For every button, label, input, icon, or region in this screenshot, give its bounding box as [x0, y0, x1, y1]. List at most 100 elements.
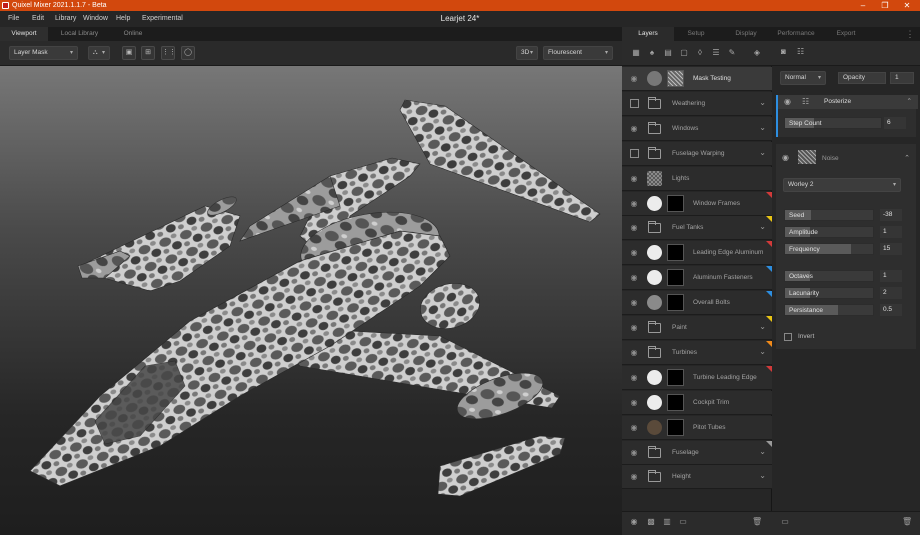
lighting-select[interactable]: Flourescent ▾	[543, 46, 613, 60]
noise-param-slider[interactable]: Amplitude	[784, 226, 874, 238]
blend-mode-select[interactable]: Normal ▾	[780, 71, 826, 85]
delete-layer-icon[interactable]: 🗑	[752, 517, 762, 529]
close-icon[interactable]: ✕	[896, 0, 918, 11]
tab-setup[interactable]: Setup	[674, 27, 718, 41]
noise-type-select[interactable]: Worley 2 ▾	[783, 178, 901, 192]
chevron-down-icon[interactable]: ⌄	[759, 123, 766, 132]
layer-row[interactable]: ◉ Turbine Leading Edge	[622, 365, 772, 390]
eye-icon[interactable]: ◉	[782, 153, 789, 162]
noise-param-input[interactable]: 2	[880, 287, 902, 299]
add-fill-layer-icon[interactable]: ▤	[663, 47, 673, 59]
chevron-down-icon[interactable]: ⌄	[759, 471, 766, 480]
eye-icon[interactable]: ◉	[629, 248, 639, 258]
noise-param-slider[interactable]: Octaves	[784, 270, 874, 282]
tab-viewport[interactable]: Viewport	[0, 27, 48, 41]
restore-icon[interactable]: ❐	[874, 0, 896, 11]
folder-icon[interactable]: ▭	[780, 517, 790, 529]
chevron-down-icon[interactable]: ⌄	[759, 148, 766, 157]
view-mode-select[interactable]: 3D ▾	[516, 46, 538, 60]
eye-icon[interactable]: ◉	[629, 174, 639, 184]
chevron-down-icon[interactable]: ⌄	[759, 347, 766, 356]
opacity-input[interactable]: 1	[890, 72, 914, 84]
visibility-checkbox[interactable]	[630, 148, 639, 158]
eye-icon[interactable]: ◉	[629, 373, 639, 383]
noise-param-input[interactable]: 1	[880, 226, 902, 238]
layer-row[interactable]: ◉ Lights	[622, 166, 772, 191]
layer-row[interactable]: ◉ Turbines ⌄	[622, 340, 772, 365]
layer-row[interactable]: Fuselage Warping ⌄	[622, 141, 772, 166]
eye-icon[interactable]: ◉	[629, 223, 639, 233]
noise-param-input[interactable]: 1	[880, 270, 902, 282]
tab-layers[interactable]: Layers	[622, 27, 674, 41]
add-paint-layer-icon[interactable]: ♠	[647, 47, 657, 59]
tile-grid-icon[interactable]: ⊞	[141, 46, 155, 60]
eye-icon[interactable]: ◉	[629, 199, 639, 209]
add-fluid-layer-icon[interactable]: ◊	[695, 47, 705, 59]
layer-row[interactable]: ◉ Fuel Tanks ⌄	[622, 216, 772, 241]
adjustments-icon[interactable]: ☰	[711, 47, 721, 59]
delete-icon[interactable]: 🗑	[902, 517, 912, 529]
noise-param-slider[interactable]: Persistance	[784, 304, 874, 316]
layer-row[interactable]: ◉ Windows ⌄	[622, 116, 772, 141]
step-count-input[interactable]: 6	[884, 117, 906, 129]
eye-icon[interactable]: ◉	[629, 74, 639, 84]
transform-tools-select[interactable]: ⛬ ▾	[88, 46, 110, 60]
chevron-down-icon[interactable]: ⌄	[759, 447, 766, 456]
tab-online[interactable]: Online	[110, 27, 156, 41]
eye-icon[interactable]: ◉	[629, 472, 639, 482]
tab-local-library[interactable]: Local Library	[52, 27, 107, 41]
noise-param-slider[interactable]: Seed	[784, 209, 874, 221]
chevron-down-icon[interactable]: ⌄	[759, 322, 766, 331]
layer-row[interactable]: ◉ Paint ⌄	[622, 316, 772, 340]
grid-dots-icon[interactable]: ⋮⋮	[161, 46, 176, 60]
layer-row[interactable]: ◉ Cockpit Trim	[622, 390, 772, 415]
chevron-down-icon[interactable]: ⌄	[759, 222, 766, 231]
invert-checkbox[interactable]	[784, 333, 792, 341]
viewport-canvas[interactable]	[0, 66, 622, 535]
eye-icon[interactable]: ◉	[629, 298, 639, 308]
noise-param-input[interactable]: 0.5	[880, 304, 902, 316]
eye-icon[interactable]: ◉	[629, 423, 639, 433]
tab-export[interactable]: Export	[822, 27, 870, 41]
layer-row[interactable]: ◉ Height ⌄	[622, 465, 772, 490]
add-solid-layer-icon[interactable]: ▢	[679, 47, 689, 59]
add-id-mask-icon[interactable]: ▥	[662, 517, 672, 529]
noise-param-input[interactable]: 15	[880, 243, 902, 255]
layer-row[interactable]: ◉ Aluminum Fasteners	[622, 266, 772, 291]
noise-param-slider[interactable]: Lacunarity	[784, 287, 874, 299]
add-mask-icon[interactable]: ◉	[629, 517, 639, 529]
layer-stack-icon[interactable]: ◈	[752, 47, 762, 59]
mask-stack-icon[interactable]: ☷	[797, 47, 804, 56]
noise-param-slider[interactable]: Frequency	[784, 243, 874, 255]
layer-row[interactable]: ◉ Mask Testing	[622, 67, 772, 91]
sphere-preview-icon[interactable]: ◯	[181, 46, 195, 60]
layer-row[interactable]: Weathering ⌄	[622, 91, 772, 116]
chevron-down-icon[interactable]: ⌄	[759, 98, 766, 107]
layer-row[interactable]: ◉ Leading Edge Aluminum	[622, 241, 772, 266]
mask-view-icon[interactable]: ◙	[781, 47, 786, 56]
layer-row[interactable]: ◉ Fuselage ⌄	[622, 440, 772, 465]
layer-row[interactable]: ◉ Window Frames	[622, 191, 772, 216]
new-folder-icon[interactable]: ▭	[678, 517, 688, 529]
add-surface-layer-icon[interactable]: ▦	[631, 47, 641, 59]
layer-row[interactable]: ◉ Overall Bolts	[622, 291, 772, 316]
chevron-up-icon[interactable]: ⌃	[907, 95, 912, 109]
eye-icon[interactable]: ◉	[629, 448, 639, 458]
eye-icon[interactable]: ◉	[629, 273, 639, 283]
mask-mode-select[interactable]: Layer Mask ▾	[9, 46, 78, 60]
eye-icon[interactable]: ◉	[629, 348, 639, 358]
image-view-icon[interactable]: ▣	[122, 46, 136, 60]
brush-icon[interactable]: ✎	[727, 47, 737, 59]
noise-param-input[interactable]: -38	[880, 209, 902, 221]
eye-icon[interactable]: ◉	[784, 95, 791, 109]
visibility-checkbox[interactable]	[630, 98, 639, 108]
minimize-icon[interactable]: –	[852, 0, 874, 11]
eye-icon[interactable]: ◉	[629, 323, 639, 333]
chevron-up-icon[interactable]: ⌃	[904, 154, 910, 162]
more-options-icon[interactable]: ⋮	[900, 27, 920, 41]
step-count-slider[interactable]: Step Count	[784, 117, 882, 129]
eye-icon[interactable]: ◉	[629, 124, 639, 134]
eye-icon[interactable]: ◉	[629, 398, 639, 408]
tab-display[interactable]: Display	[722, 27, 770, 41]
add-smart-material-icon[interactable]: ▩	[646, 517, 656, 529]
